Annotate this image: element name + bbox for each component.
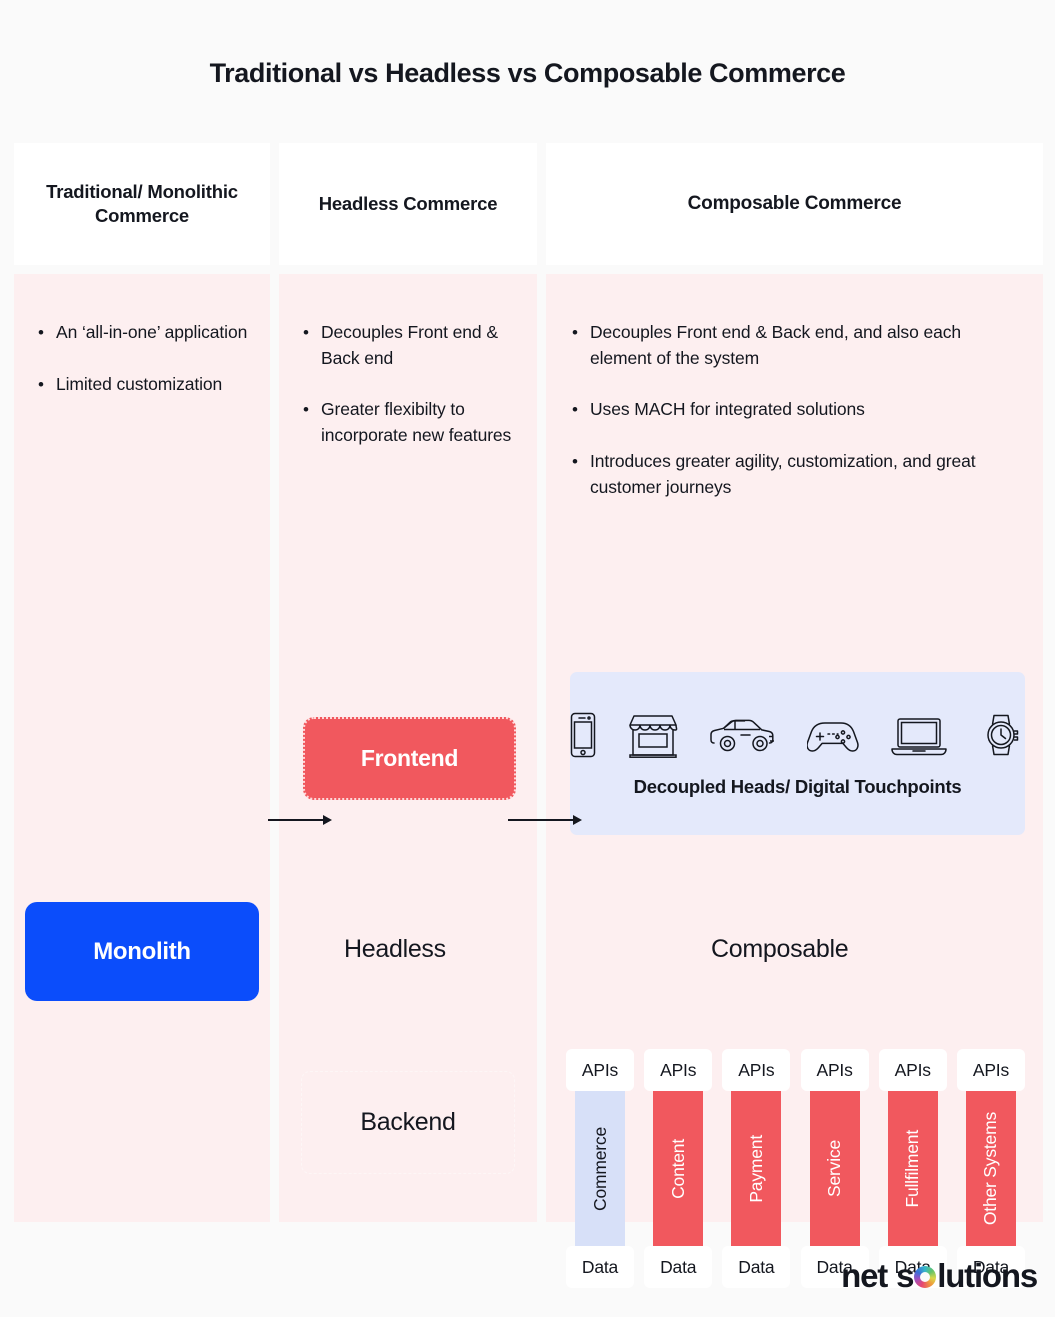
- list-item: • Decouples Front end & Back end, and al…: [572, 320, 1023, 371]
- comparison-board: Traditional/ Monolithic Commerce • An ‘a…: [14, 143, 1043, 1288]
- stage-label-composable: Composable: [711, 935, 849, 963]
- api-stack-payment: APIs Payment Data: [722, 1049, 791, 1288]
- net-solutions-logo: net s lutions: [841, 1257, 1038, 1295]
- list-item: • Introduces greater agility, customizat…: [572, 449, 1023, 500]
- bullet-text: Introduces greater agility, customizatio…: [590, 451, 976, 497]
- column-header-composable: Composable Commerce: [546, 143, 1043, 265]
- column-body-traditional: • An ‘all-in-one’ application • Limited …: [14, 274, 270, 1222]
- bullet-dot-icon: •: [572, 400, 578, 420]
- bullet-dot-icon: •: [572, 452, 578, 472]
- service-block-other-systems: Other Systems: [965, 1091, 1016, 1246]
- service-label: Payment: [745, 1134, 766, 1203]
- logo-word-s: s: [896, 1257, 914, 1294]
- page-title: Traditional vs Headless vs Composable Co…: [209, 58, 846, 88]
- api-label-top: APIs: [878, 1049, 947, 1091]
- monolith-box: Monolith: [25, 902, 259, 1001]
- bullet-text: Uses MACH for integrated solutions: [590, 399, 865, 420]
- column-header-label: Headless Commerce: [318, 193, 498, 215]
- laptop-icon: [890, 712, 948, 763]
- api-label-top: APIs: [566, 1049, 634, 1091]
- list-item: • Greater flexibilty to incorporate new …: [303, 397, 523, 448]
- list-item: • Limited customization: [38, 372, 256, 398]
- monolith-label: Monolith: [93, 937, 191, 965]
- api-label-top: APIs: [800, 1049, 869, 1091]
- storefront-icon: [627, 712, 679, 763]
- api-label-top: APIs: [956, 1049, 1025, 1091]
- digital-touchpoints-panel: Decoupled Heads/ Digital Touchpoints: [570, 672, 1025, 835]
- logo-word-net: net: [841, 1257, 888, 1294]
- service-label: Content: [667, 1138, 688, 1199]
- api-label-top: APIs: [722, 1049, 791, 1091]
- column-header-label: Composable Commerce: [687, 192, 902, 214]
- arrow-monolith-to-headless-icon: [268, 813, 332, 827]
- column-headless: Headless Commerce • Decouples Front end …: [279, 143, 537, 1222]
- bullet-list-composable: • Decouples Front end & Back end, and al…: [546, 274, 1043, 501]
- service-label: Fullfilment: [902, 1129, 923, 1208]
- column-body-headless: • Decouples Front end & Back end • Great…: [279, 274, 537, 1222]
- service-label: Commerce: [589, 1126, 610, 1211]
- logo-ring-icon: [914, 1266, 937, 1288]
- api-stack-other-systems: APIs Other Systems Data: [956, 1049, 1025, 1288]
- bullet-dot-icon: •: [572, 323, 578, 342]
- service-block-service: Service: [809, 1091, 860, 1246]
- column-composable: Composable Commerce • Decouples Front en…: [546, 143, 1043, 1288]
- api-label-top: APIs: [644, 1049, 713, 1091]
- bullet-text: Greater flexibilty to incorporate new fe…: [321, 399, 512, 446]
- bullet-text: An ‘all-in-one’ application: [56, 322, 248, 342]
- arrow-headless-to-composable-icon: [508, 813, 582, 827]
- service-block-content: Content: [653, 1091, 704, 1246]
- list-item: • Uses MACH for integrated solutions: [572, 397, 1023, 423]
- bullet-text: Decouples Front end & Back end, and also…: [590, 322, 962, 368]
- smartphone-icon: [570, 712, 596, 763]
- api-stack-commerce: APIs Commerce Data: [566, 1049, 634, 1288]
- frontend-box: Frontend: [303, 717, 516, 800]
- bullet-list-traditional: • An ‘all-in-one’ application • Limited …: [14, 274, 270, 397]
- service-block-payment: Payment: [731, 1091, 782, 1246]
- column-header-traditional: Traditional/ Monolithic Commerce: [14, 143, 270, 265]
- gamepad-icon: [806, 712, 859, 763]
- bullet-text: Decouples Front end & Back end: [321, 322, 498, 368]
- bullet-dot-icon: •: [303, 323, 309, 342]
- logo-word-lutions: lutions: [937, 1257, 1038, 1294]
- list-item: • Decouples Front end & Back end: [303, 320, 523, 371]
- bullet-text: Limited customization: [56, 373, 223, 394]
- bullet-dot-icon: •: [303, 400, 309, 420]
- service-block-fullfilment: Fullfilment: [887, 1091, 938, 1246]
- column-header-headless: Headless Commerce: [279, 143, 537, 265]
- service-label: Other Systems: [980, 1111, 1001, 1226]
- car-icon: [710, 712, 776, 763]
- service-label: Service: [824, 1140, 845, 1197]
- data-label-bottom: Data: [722, 1246, 791, 1288]
- smartwatch-icon: [979, 712, 1025, 763]
- backend-box: Backend: [301, 1071, 515, 1174]
- api-service-stacks: APIs Commerce Data APIs Content Data API…: [566, 1049, 1025, 1288]
- stage-label-headless: Headless: [344, 935, 446, 963]
- frontend-label: Frontend: [360, 745, 459, 771]
- bullet-dot-icon: •: [38, 374, 44, 394]
- bullet-list-headless: • Decouples Front end & Back end • Great…: [279, 274, 537, 449]
- api-stack-fullfilment: APIs Fullfilment Data: [878, 1049, 947, 1288]
- backend-label: Backend: [360, 1108, 456, 1136]
- data-label-bottom: Data: [644, 1246, 713, 1288]
- api-stack-content: APIs Content Data: [644, 1049, 713, 1288]
- column-body-composable: • Decouples Front end & Back end, and al…: [546, 274, 1043, 1288]
- data-label-bottom: Data: [566, 1246, 634, 1288]
- list-item: • An ‘all-in-one’ application: [38, 320, 256, 346]
- service-block-commerce: Commerce: [575, 1091, 625, 1246]
- column-traditional: Traditional/ Monolithic Commerce • An ‘a…: [14, 143, 270, 1222]
- api-stack-service: APIs Service Data: [800, 1049, 869, 1288]
- touchpoints-label: Decoupled Heads/ Digital Touchpoints: [633, 775, 962, 797]
- bullet-dot-icon: •: [38, 323, 44, 342]
- touchpoint-icon-row: [570, 710, 1025, 766]
- column-header-label: Traditional/ Monolithic Commerce: [46, 181, 238, 226]
